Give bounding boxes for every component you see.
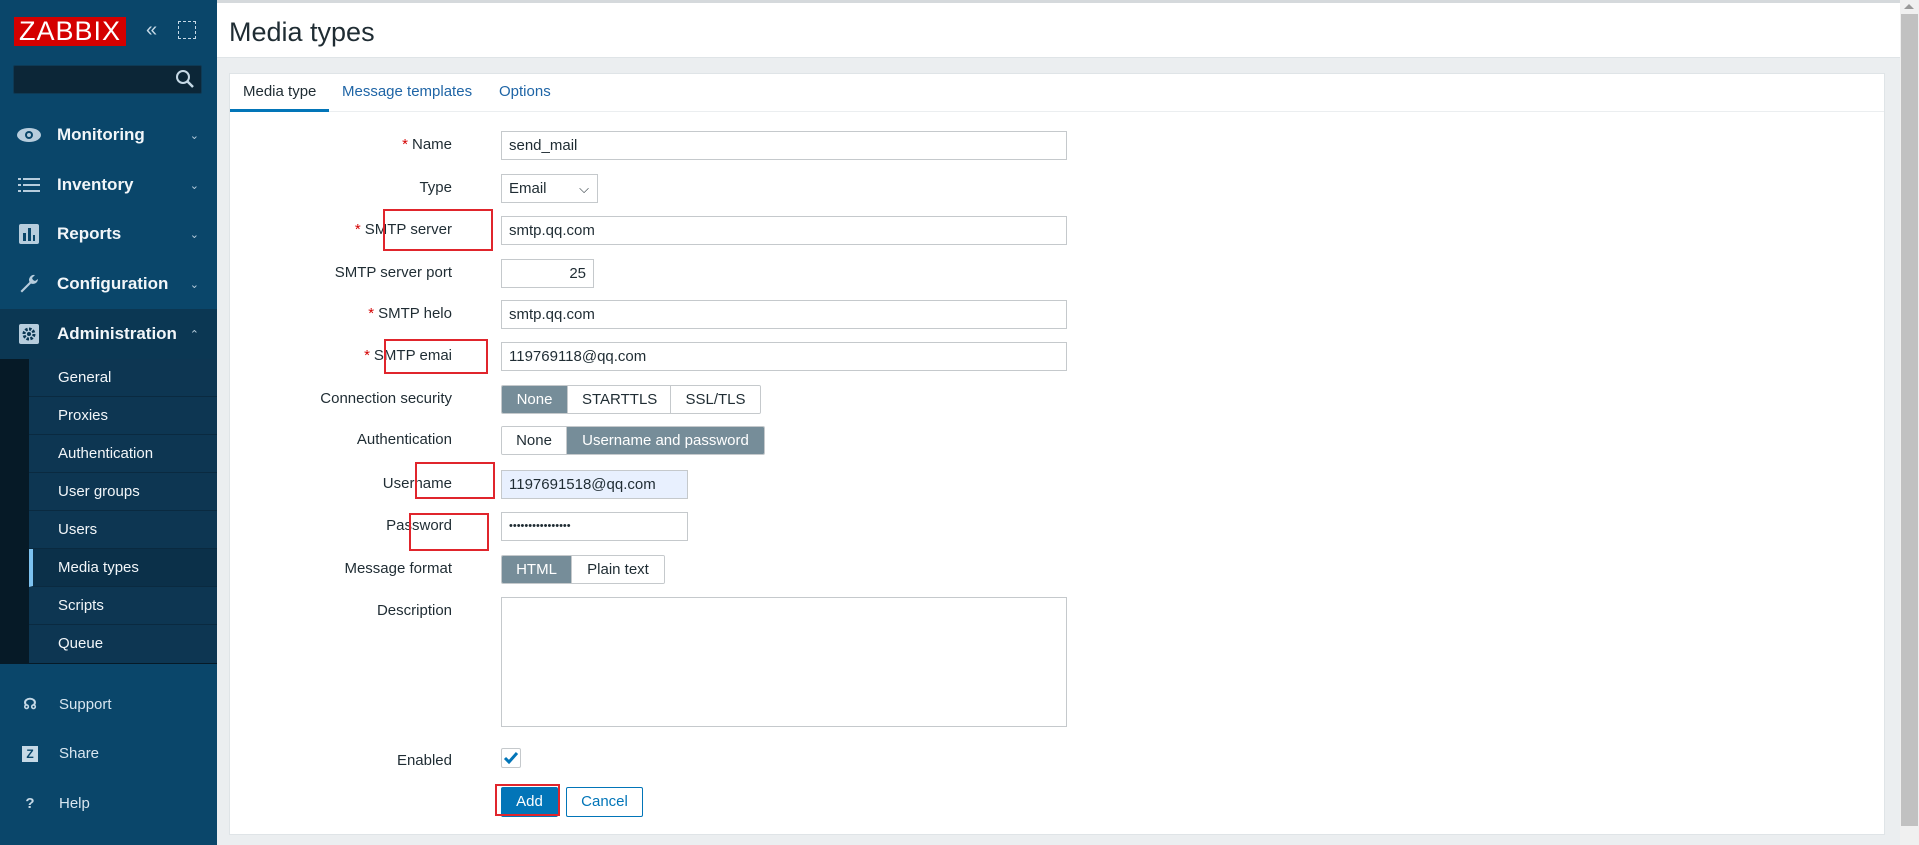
help-label: Help [59,794,90,812]
message-format-html[interactable]: HTML [502,556,572,583]
zabbix-logo[interactable]: ZABBIX [14,17,126,46]
menu-monitoring[interactable]: Monitoring ⌄ [0,110,217,160]
message-format-label: Message format [344,560,452,577]
chevron-down-icon: ⌄ [189,179,199,192]
chevron-down-icon: ⌄ [189,278,199,291]
tabs: Media type Message templates Options [230,74,1884,112]
menu-administration[interactable]: Administration ⌃ [0,309,217,359]
username-input[interactable]: 1197691518@qq.com [501,470,688,499]
menu-reports[interactable]: Reports ⌄ [0,209,217,259]
menu-label: Inventory [57,175,134,194]
password-input[interactable]: •••••••••••••••• [501,512,688,541]
collapse-sidebar-icon[interactable]: « [146,19,157,42]
scroll-up-icon[interactable] [1904,4,1914,9]
description-textarea[interactable] [501,597,1067,727]
page-title: Media types [229,17,375,47]
menu-inventory[interactable]: Inventory ⌄ [0,160,217,210]
message-format-plain-text[interactable]: Plain text [572,556,664,583]
smtp-port-input[interactable]: 25 [501,259,594,288]
submenu-users[interactable]: Users [29,511,217,549]
menu-label: Administration [57,324,177,343]
checkmark-icon [503,752,519,765]
highlight-smtp-email [384,339,488,374]
highlight-add-button [495,784,560,816]
help-icon: ? [25,794,35,812]
list-icon [15,177,43,193]
search-icon[interactable] [175,69,195,89]
smtp-port-label: SMTP server port [334,264,452,281]
submenu-queue[interactable]: Queue [29,625,217,663]
smtp-email-input[interactable]: 119769118@qq.com [501,342,1067,371]
search-input[interactable] [13,65,202,94]
chevron-down-icon: ⌵ [579,181,589,196]
scrollbar[interactable] [1900,0,1919,845]
smtp-server-input[interactable]: smtp.qq.com [501,216,1067,245]
chevron-up-icon: ⌃ [189,328,199,341]
wrench-icon [15,273,43,295]
name-label: * Name [402,136,452,153]
tab-message-templates[interactable]: Message templates [329,74,485,112]
submenu-media-types[interactable]: Media types [29,549,217,587]
support-link[interactable]: ☊ Support [0,684,217,724]
eye-icon [15,127,43,143]
type-label: Type [419,179,452,196]
sidebar: ZABBIX « Monitoring ⌄ Inventory ⌄ Reports ⌄… [0,0,217,845]
connection-security-toggle: None STARTTLS SSL/TLS [501,385,761,414]
media-type-form: Media type Message templates Options * Na… [229,73,1885,835]
highlight-username [415,462,495,499]
enabled-label: Enabled [396,752,452,769]
authentication-toggle: None Username and password [501,426,765,455]
share-label: Share [59,744,100,762]
authentication-none[interactable]: None [502,427,567,454]
submenu-user-groups[interactable]: User groups [29,473,217,511]
menu-label: Configuration [57,274,169,293]
type-select[interactable]: Email ⌵ [501,174,598,203]
menu-label: Monitoring [57,125,145,144]
share-link[interactable]: Z Share [0,733,217,773]
message-format-toggle: HTML Plain text [501,555,665,584]
description-label: Description [376,602,452,619]
highlight-smtp-server [383,209,493,251]
share-z-icon: Z [15,745,45,762]
page-header: Media types [217,0,1900,58]
submenu-general[interactable]: General [29,359,217,397]
name-input[interactable]: send_mail [501,131,1067,160]
connection-security-none[interactable]: None [502,386,568,413]
enabled-checkbox[interactable] [501,748,521,768]
cancel-button[interactable]: Cancel [566,787,643,817]
administration-submenu: General Proxies Authentication User grou… [0,359,217,664]
chevron-down-icon: ⌄ [189,129,199,142]
highlight-password [409,513,489,551]
gear-icon [15,324,43,344]
scrollbar-thumb[interactable] [1901,14,1918,826]
help-link[interactable]: ? Help [0,783,217,823]
smtp-helo-label: * SMTP helo [368,305,452,322]
submenu-authentication[interactable]: Authentication [29,435,217,473]
connection-security-label: Connection security [320,390,452,407]
submenu-proxies[interactable]: Proxies [29,397,217,435]
tab-media-type[interactable]: Media type [230,74,330,112]
tab-options[interactable]: Options [486,74,564,112]
smtp-helo-input[interactable]: smtp.qq.com [501,300,1067,329]
bar-chart-icon [15,224,43,244]
authentication-username-password[interactable]: Username and password [567,427,764,454]
kiosk-mode-icon[interactable] [178,21,196,39]
connection-security-starttls[interactable]: STARTTLS [568,386,671,413]
menu-configuration[interactable]: Configuration ⌄ [0,259,217,309]
connection-security-ssltls[interactable]: SSL/TLS [671,386,760,413]
chevron-down-icon: ⌄ [189,228,199,241]
submenu-scripts[interactable]: Scripts [29,587,217,625]
headset-icon: ☊ [23,696,37,713]
support-label: Support [59,695,112,713]
authentication-label: Authentication [356,431,452,448]
menu-label: Reports [57,224,122,243]
